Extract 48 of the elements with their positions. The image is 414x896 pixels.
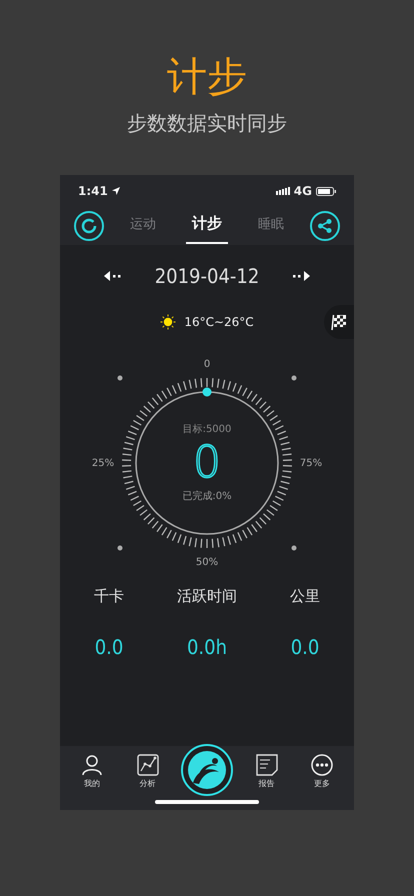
gauge-label: 50% [194, 556, 220, 570]
document-icon [256, 754, 278, 776]
flag-button[interactable] [324, 305, 354, 339]
status-time: 1:41 [78, 183, 108, 200]
stat-label: 活跃时间 [177, 586, 237, 607]
previous-day-icon[interactable] [104, 271, 122, 281]
dial-marker-dot [202, 388, 212, 396]
dial-corner-dot [292, 546, 296, 550]
tab[interactable]: 睡眠 [252, 210, 290, 244]
nav-tab[interactable]: 我的 [70, 754, 114, 790]
temperature-label: 16°C~26°C [184, 314, 254, 331]
refresh-icon [81, 218, 97, 234]
share-icon [317, 218, 333, 234]
dial-corner-dot [118, 376, 122, 380]
promo-subtitle: 步数数据实时同步 [126, 110, 288, 137]
nav-tab[interactable]: 报告 [244, 754, 288, 790]
network-label: 4G [294, 183, 312, 200]
sun-icon [160, 314, 176, 330]
line-chart-icon [136, 754, 158, 776]
dial-corner-dot [292, 376, 296, 380]
gauge-label: 75% [298, 456, 324, 470]
date-label: 2019-04-12 [154, 263, 260, 290]
nav-tab[interactable]: 更多 [300, 754, 344, 790]
stat-value: 0.0h [186, 634, 227, 660]
goal-label: 目标:5000 [182, 422, 232, 437]
completion-label: 已完成:0% [182, 490, 232, 504]
stat-value: 0.0 [94, 634, 124, 660]
center-action-button[interactable] [181, 744, 233, 796]
runner-logo-icon [187, 750, 227, 790]
stat-label: 公里 [290, 586, 320, 607]
share-button[interactable] [310, 211, 340, 241]
signal-icon [276, 187, 290, 195]
stat-value: 0.0 [290, 634, 320, 660]
location-arrow-icon [112, 187, 120, 195]
promo-title: 计步 [166, 53, 248, 102]
gauge-label: 0 [202, 358, 212, 372]
person-icon [81, 754, 103, 776]
next-day-icon[interactable] [292, 271, 310, 281]
dial-corner-dot [118, 546, 122, 550]
tab[interactable]: 运动 [124, 210, 162, 244]
refresh-button[interactable] [74, 211, 104, 241]
nav-tab[interactable]: 分析 [126, 754, 170, 790]
checkered-flag-icon [330, 313, 348, 331]
more-icon [311, 754, 333, 776]
battery-icon [316, 186, 336, 196]
stat-label: 千卡 [94, 586, 124, 607]
tab[interactable]: 计步 [186, 208, 228, 244]
gauge-label: 25% [90, 456, 116, 470]
